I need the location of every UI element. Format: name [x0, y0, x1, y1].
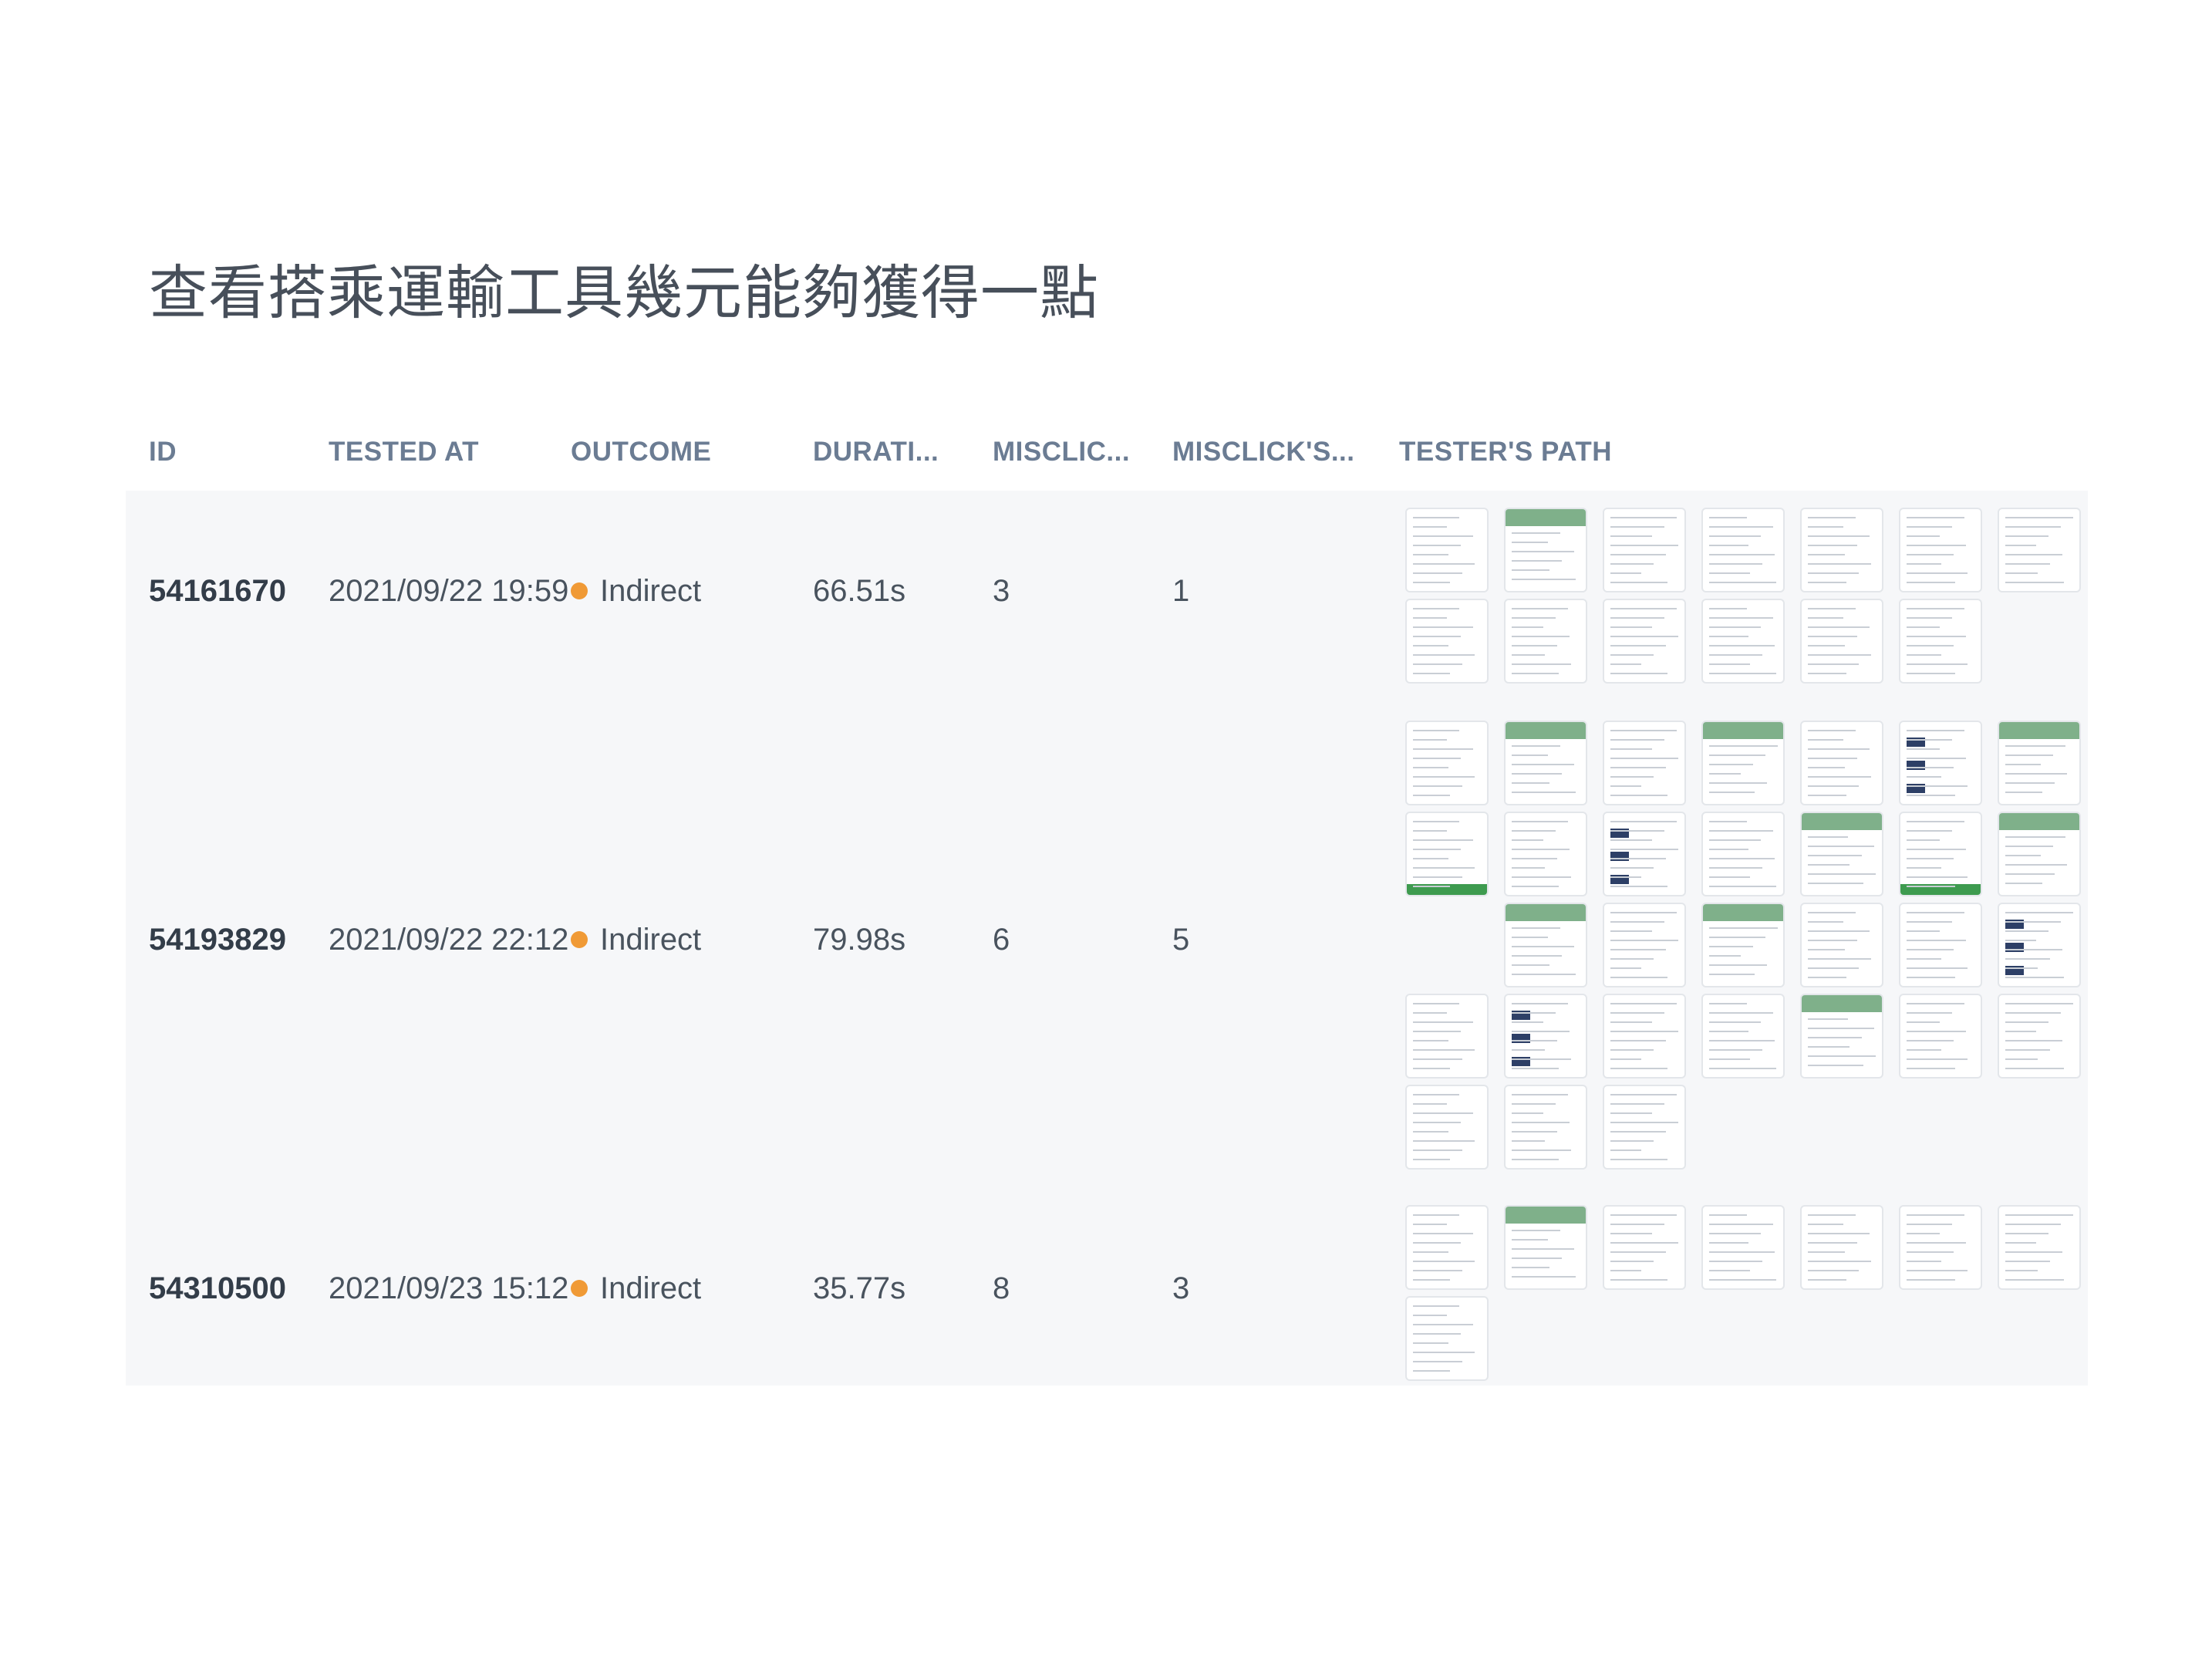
outcome-label: Indirect [600, 574, 702, 608]
row-tested-at: 2021/09/22 19:59 [329, 574, 569, 608]
screen-thumbnail[interactable] [1504, 1085, 1587, 1170]
screen-thumbnail[interactable] [1405, 1085, 1489, 1170]
screen-thumbnail[interactable] [1504, 994, 1587, 1079]
screen-thumbnail[interactable] [1504, 812, 1587, 896]
screen-thumbnail[interactable] [1504, 599, 1587, 684]
status-dot-icon [571, 1280, 588, 1298]
screen-thumbnail[interactable] [1701, 599, 1785, 684]
screen-thumbnail[interactable] [1504, 903, 1587, 987]
screen-thumbnail[interactable] [1405, 1205, 1489, 1290]
screen-thumbnail[interactable] [1405, 812, 1489, 896]
row-id[interactable]: 54310500 [149, 1271, 286, 1306]
screen-thumbnail[interactable] [1998, 1205, 2081, 1290]
screen-thumbnail[interactable] [1701, 1205, 1785, 1290]
row-misclicks-rate: 1 [1172, 574, 1190, 608]
page-title: 查看搭乘運輸工具幾元能夠獲得一點 [149, 258, 1099, 327]
row-tested-at: 2021/09/22 22:12 [329, 923, 569, 957]
row-misclicks: 8 [993, 1271, 1010, 1305]
screen-thumbnail[interactable] [1899, 994, 1982, 1079]
row-misclicks-rate: 5 [1172, 923, 1190, 957]
screen-thumbnail[interactable] [1405, 994, 1489, 1079]
screen-thumbnail[interactable] [1899, 1205, 1982, 1290]
screen-thumbnail[interactable] [1701, 994, 1785, 1079]
screen-thumbnail[interactable] [1405, 721, 1489, 805]
screen-thumbnail[interactable] [1800, 1205, 1883, 1290]
screen-thumbnail[interactable] [1603, 1085, 1686, 1170]
screen-thumbnail[interactable] [1998, 812, 2081, 896]
column-header-id[interactable]: ID [149, 437, 177, 468]
row-duration: 66.51s [813, 574, 906, 608]
column-header-misclicks-rate[interactable]: MISCLICK'S... [1172, 437, 1355, 468]
screen-thumbnail[interactable] [1603, 812, 1686, 896]
row-duration: 79.98s [813, 923, 906, 957]
screen-thumbnail[interactable] [1998, 721, 2081, 805]
row-misclicks-rate: 3 [1172, 1271, 1190, 1305]
column-header-testers-path[interactable]: TESTER'S PATH [1399, 437, 1612, 468]
screen-thumbnail[interactable] [1800, 599, 1883, 684]
screen-thumbnail[interactable] [1701, 721, 1785, 805]
screen-thumbnail[interactable] [1800, 721, 1883, 805]
row-tested-at: 2021/09/23 15:12 [329, 1271, 569, 1305]
table-header: ID TESTED AT OUTCOME DURATI... MISCLIC..… [0, 437, 2212, 483]
screen-thumbnail[interactable] [1603, 721, 1686, 805]
screen-thumbnail[interactable] [1899, 508, 1982, 592]
screen-thumbnail[interactable] [1899, 812, 1982, 896]
screen-thumbnail[interactable] [1701, 903, 1785, 987]
outcome-label: Indirect [600, 923, 702, 957]
row-misclicks: 6 [993, 923, 1010, 957]
screen-thumbnail[interactable] [1998, 903, 2081, 987]
screen-thumbnail[interactable] [1504, 508, 1587, 592]
screen-thumbnail[interactable] [1800, 994, 1883, 1079]
screen-thumbnail[interactable] [1899, 721, 1982, 805]
screen-thumbnail[interactable] [1504, 1205, 1587, 1290]
row-misclicks: 3 [993, 574, 1010, 608]
screen-thumbnail[interactable] [1701, 508, 1785, 592]
screen-thumbnail[interactable] [1405, 508, 1489, 592]
screen-thumbnail[interactable] [1800, 508, 1883, 592]
row-id[interactable]: 54161670 [149, 574, 286, 609]
column-header-tested-at[interactable]: TESTED AT [329, 437, 479, 468]
column-header-duration[interactable]: DURATI... [813, 437, 939, 468]
column-header-misclicks[interactable]: MISCLIC... [993, 437, 1130, 468]
screen-thumbnail[interactable] [1603, 508, 1686, 592]
screen-thumbnail[interactable] [1405, 599, 1489, 684]
screen-thumbnail[interactable] [1603, 599, 1686, 684]
screen-thumbnail[interactable] [1405, 1296, 1489, 1381]
screen-thumbnail[interactable] [1899, 599, 1982, 684]
screen-thumbnail[interactable] [1504, 721, 1587, 805]
status-dot-icon [571, 931, 588, 949]
screen-thumbnail[interactable] [1603, 1205, 1686, 1290]
screen-thumbnail[interactable] [1998, 508, 2081, 592]
status-dot-icon [571, 582, 588, 600]
outcome-label: Indirect [600, 1271, 702, 1305]
screen-thumbnail[interactable] [1800, 812, 1883, 896]
row-id[interactable]: 54193829 [149, 923, 286, 957]
row-outcome: Indirect [571, 574, 701, 609]
screen-thumbnail[interactable] [1603, 994, 1686, 1079]
screen-thumbnail[interactable] [1603, 903, 1686, 987]
screen-thumbnail[interactable] [1701, 812, 1785, 896]
screen-thumbnail[interactable] [1800, 903, 1883, 987]
row-duration: 35.77s [813, 1271, 906, 1305]
row-outcome: Indirect [571, 923, 701, 957]
row-outcome: Indirect [571, 1271, 701, 1306]
screen-thumbnail[interactable] [1899, 903, 1982, 987]
column-header-outcome[interactable]: OUTCOME [571, 437, 711, 468]
screen-thumbnail[interactable] [1998, 994, 2081, 1079]
